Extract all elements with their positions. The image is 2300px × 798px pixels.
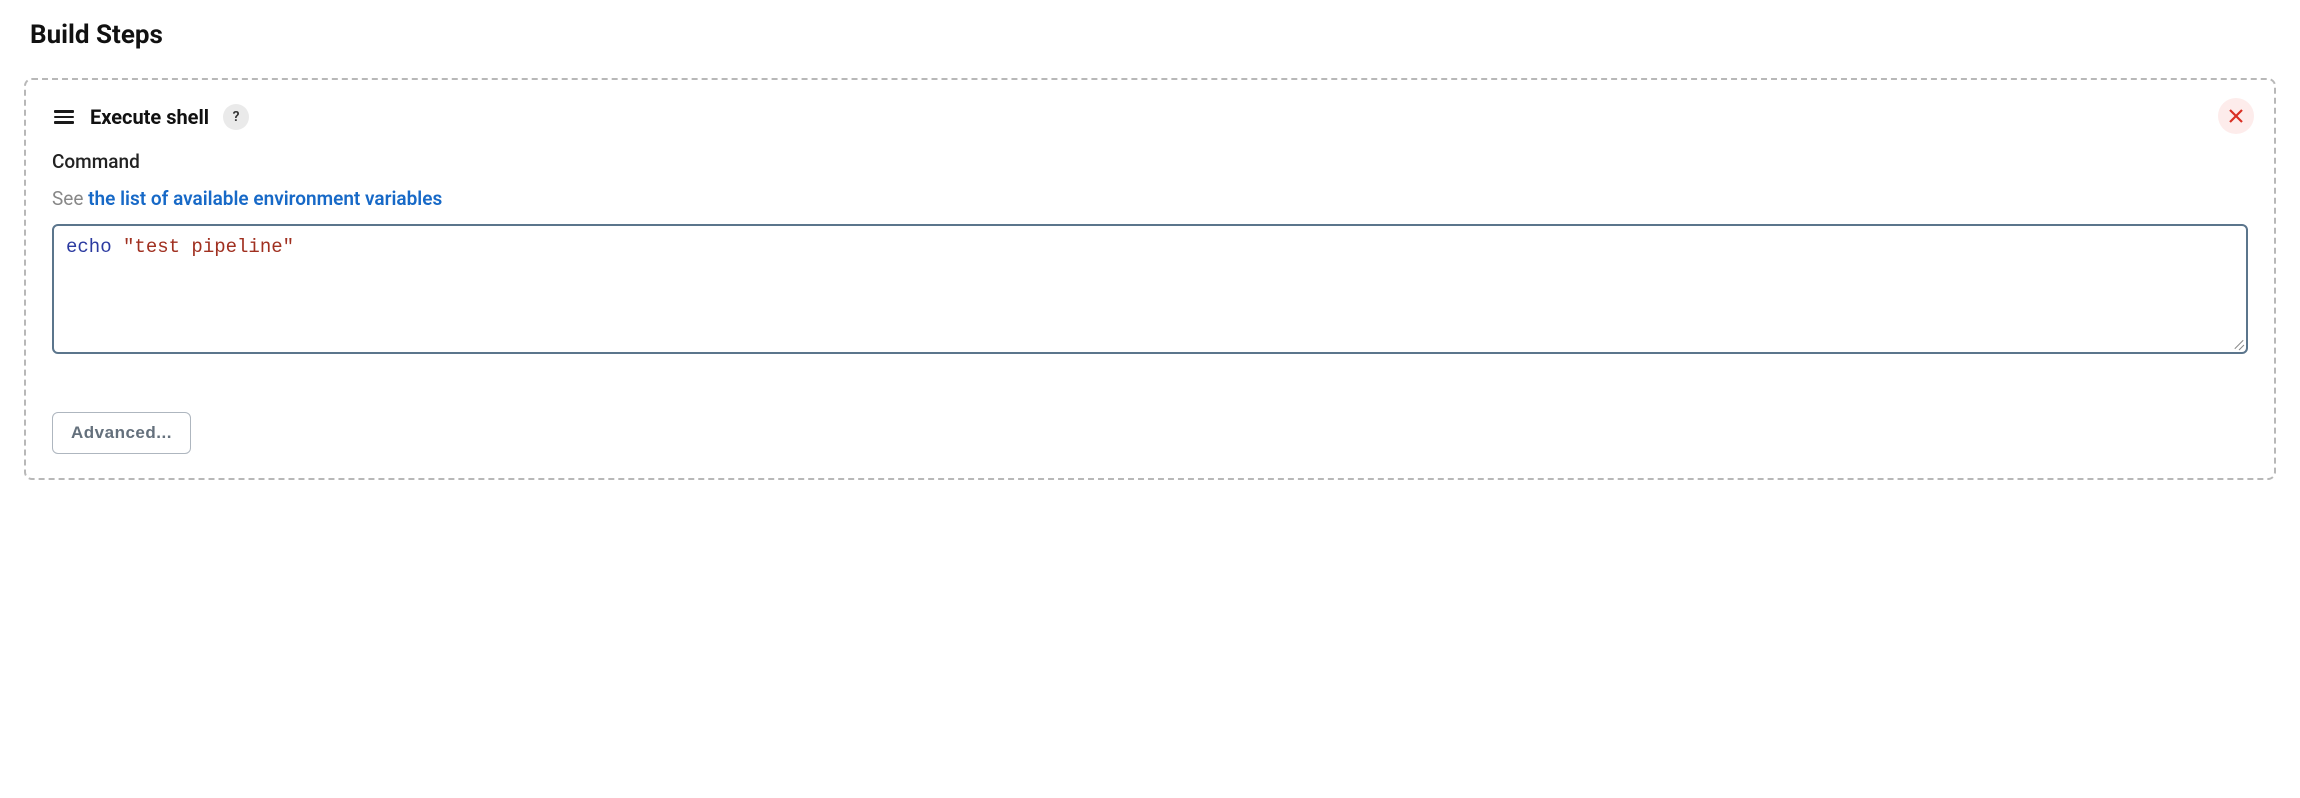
drag-handle-icon[interactable]: [52, 108, 76, 126]
command-label: Command: [52, 150, 2248, 173]
code-token-string: "test pipeline": [123, 236, 294, 258]
help-icon[interactable]: ?: [223, 104, 249, 130]
step-header: Execute shell ?: [52, 104, 2248, 130]
step-title: Execute shell: [90, 105, 209, 129]
remove-step-button[interactable]: [2218, 98, 2254, 134]
code-token-command: echo: [66, 236, 112, 258]
env-vars-link[interactable]: the list of available environment variab…: [88, 187, 442, 210]
command-editor[interactable]: echo "test pipeline": [52, 224, 2248, 354]
hint-prefix: See: [52, 187, 88, 210]
build-step-card: Execute shell ? Command See the list of …: [24, 78, 2276, 480]
close-icon: [2228, 108, 2244, 124]
env-vars-hint: See the list of available environment va…: [52, 187, 2248, 210]
section-title: Build Steps: [30, 20, 2276, 50]
advanced-button[interactable]: Advanced...: [52, 412, 191, 454]
resize-handle-icon[interactable]: [2230, 336, 2244, 350]
